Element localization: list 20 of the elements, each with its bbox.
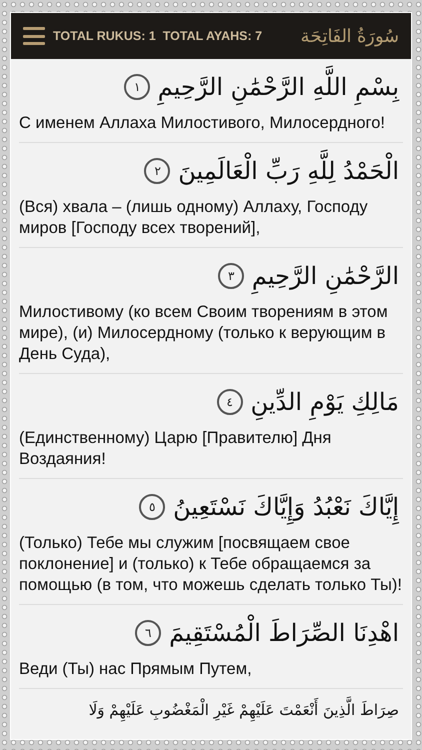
verse-number: ١ — [124, 74, 150, 100]
verse-translation: Веди (Ты) нас Прямым Путем, — [19, 655, 403, 689]
verse-translation: (Единственному) Царю [Правителю] Дня Воздаяния! — [19, 424, 403, 479]
stats-label: TOTAL RUKUS: 1 TOTAL AYAHS: 7 — [53, 29, 262, 43]
arabic-verse: اهْدِنَا الصِّرَاطَ الْمُسْتَقِيمَ — [169, 615, 399, 651]
verse-translation: С именем Аллаха Милостивого, Милосердного! — [19, 109, 403, 143]
arabic-verse: صِرَاطَ الَّذِينَ أَنْعَمْتَ عَلَيْهِمْ غَيْرِ الْمَغْضُوبِ عَلَيْهِمْ وَلَا — [88, 699, 399, 722]
verse-translation: (Вся) хвала – (лишь одному) Аллаху, Господу миров [Господу всех творений], — [19, 193, 403, 248]
verse-number: ٥ — [139, 494, 166, 520]
verse-translation: Милостивому (ко всем Своим творениям в этом мире), (и) Милосердному (только к верующим в День Суда), — [19, 298, 403, 374]
verse-number: ٢ — [144, 158, 170, 184]
verse-translation: (Только) Тебе мы служим [посвящаем свое поклонение] и (только) к Тебе обращаемся за помощью (в том, что можешь сделать только Ты)! — [19, 529, 403, 605]
arabic-verse: إِيَّاكَ نَعْبُدُ وَإِيَّاكَ نَسْتَعِينُ — [173, 489, 399, 525]
surah-title: سُورَةُ الفَاتِحَة — [300, 25, 399, 47]
verse-number: ٣ — [218, 263, 244, 289]
verse-number: ٦ — [135, 620, 162, 646]
arabic-verse: مَالِكِ يَوْمِ الدِّينِ — [250, 384, 399, 420]
verse-number: ٤ — [216, 389, 243, 415]
menu-button[interactable] — [23, 27, 45, 45]
arabic-verse: الرَّحْمَٰنِ الرَّحِيمِ — [252, 258, 399, 294]
